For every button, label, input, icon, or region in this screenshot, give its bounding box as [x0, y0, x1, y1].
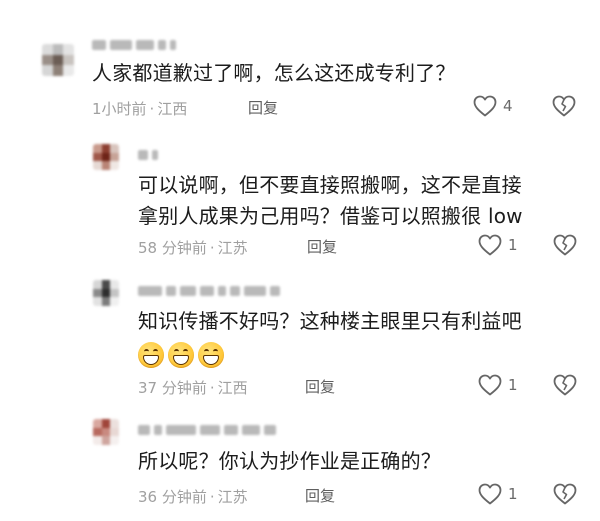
dislike-button[interactable] — [553, 483, 577, 505]
separator-dot: · — [149, 99, 155, 118]
separator-dot: · — [209, 487, 215, 506]
broken-heart-outline-icon — [553, 234, 577, 256]
comment-meta: 1小时前 · 江西 — [92, 98, 187, 119]
separator-dot: · — [209, 238, 215, 257]
broken-heart-outline-icon — [553, 374, 577, 396]
comment-text-line: 拿别人成果为己用吗？借鉴可以照搬很 low — [138, 204, 523, 228]
timestamp: 36 分钟前 — [138, 488, 207, 506]
avatar[interactable] — [93, 280, 119, 306]
heart-outline-icon — [478, 483, 502, 505]
heart-outline-icon — [478, 234, 502, 256]
comment-text-line: 知识传播不好吗？这种楼主眼里只有利益吧 — [138, 309, 522, 333]
like-button[interactable]: 1 — [478, 234, 518, 256]
comment-2: 可以说啊，但不要直接照搬啊，这不是直接 拿别人成果为己用吗？借鉴可以照搬很 lo… — [0, 140, 600, 270]
emoji-row — [138, 342, 224, 368]
like-count: 1 — [508, 485, 518, 503]
like-count: 4 — [503, 97, 513, 115]
timestamp: 58 分钟前 — [138, 239, 207, 257]
avatar[interactable] — [42, 44, 74, 76]
reply-button[interactable]: 回复 — [307, 236, 337, 257]
comment-meta: 58 分钟前 · 江苏 — [138, 237, 248, 258]
avatar[interactable] — [93, 144, 119, 170]
comment-1: 人家都道歉过了啊，怎么这还成专利了？ 1小时前 · 江西 回复 4 — [0, 0, 600, 140]
like-button[interactable]: 4 — [473, 95, 513, 117]
dislike-button[interactable] — [553, 374, 577, 396]
like-button[interactable]: 1 — [478, 483, 518, 505]
comment-text: 知识传播不好吗？这种楼主眼里只有利益吧 — [138, 306, 522, 337]
username[interactable] — [138, 423, 276, 437]
comment-text: 人家都道歉过了啊，怎么这还成专利了？ — [92, 58, 456, 89]
separator-dot: · — [209, 378, 215, 397]
grinning-face-emoji — [198, 342, 224, 368]
like-button[interactable]: 1 — [478, 374, 518, 396]
like-count: 1 — [508, 376, 518, 394]
dislike-button[interactable] — [553, 234, 577, 256]
avatar[interactable] — [93, 419, 119, 445]
comment-text-line: 所以呢？你认为抄作业是正确的？ — [138, 449, 441, 473]
reply-button[interactable]: 回复 — [248, 97, 278, 118]
reply-button[interactable]: 回复 — [305, 376, 335, 397]
timestamp: 1小时前 — [92, 100, 147, 118]
location: 江西 — [217, 379, 248, 397]
username[interactable] — [138, 284, 280, 298]
comment-4: 所以呢？你认为抄作业是正确的？ 36 分钟前 · 江苏 回复 1 — [0, 405, 600, 521]
comment-text: 所以呢？你认为抄作业是正确的？ — [138, 446, 441, 477]
timestamp: 37 分钟前 — [138, 379, 207, 397]
comment-text-line: 人家都道歉过了啊，怎么这还成专利了？ — [92, 61, 456, 85]
comment-text-line: 可以说啊，但不要直接照搬啊，这不是直接 — [138, 173, 522, 197]
comment-text: 可以说啊，但不要直接照搬啊，这不是直接 拿别人成果为己用吗？借鉴可以照搬很 lo… — [138, 170, 523, 232]
dislike-button[interactable] — [552, 95, 576, 117]
comment-meta: 37 分钟前 · 江西 — [138, 377, 248, 398]
broken-heart-outline-icon — [552, 95, 576, 117]
heart-outline-icon — [473, 95, 497, 117]
location: 江西 — [157, 100, 188, 118]
grinning-face-emoji — [138, 342, 164, 368]
comment-3: 知识传播不好吗？这种楼主眼里只有利益吧 37 分钟前 · 江西 回复 1 — [0, 270, 600, 405]
location: 江苏 — [217, 488, 248, 506]
broken-heart-outline-icon — [553, 483, 577, 505]
location: 江苏 — [217, 239, 248, 257]
heart-outline-icon — [478, 374, 502, 396]
grinning-face-emoji — [168, 342, 194, 368]
username[interactable] — [92, 38, 176, 52]
comment-meta: 36 分钟前 · 江苏 — [138, 486, 248, 507]
reply-button[interactable]: 回复 — [305, 485, 335, 506]
username[interactable] — [138, 148, 158, 162]
like-count: 1 — [508, 236, 518, 254]
